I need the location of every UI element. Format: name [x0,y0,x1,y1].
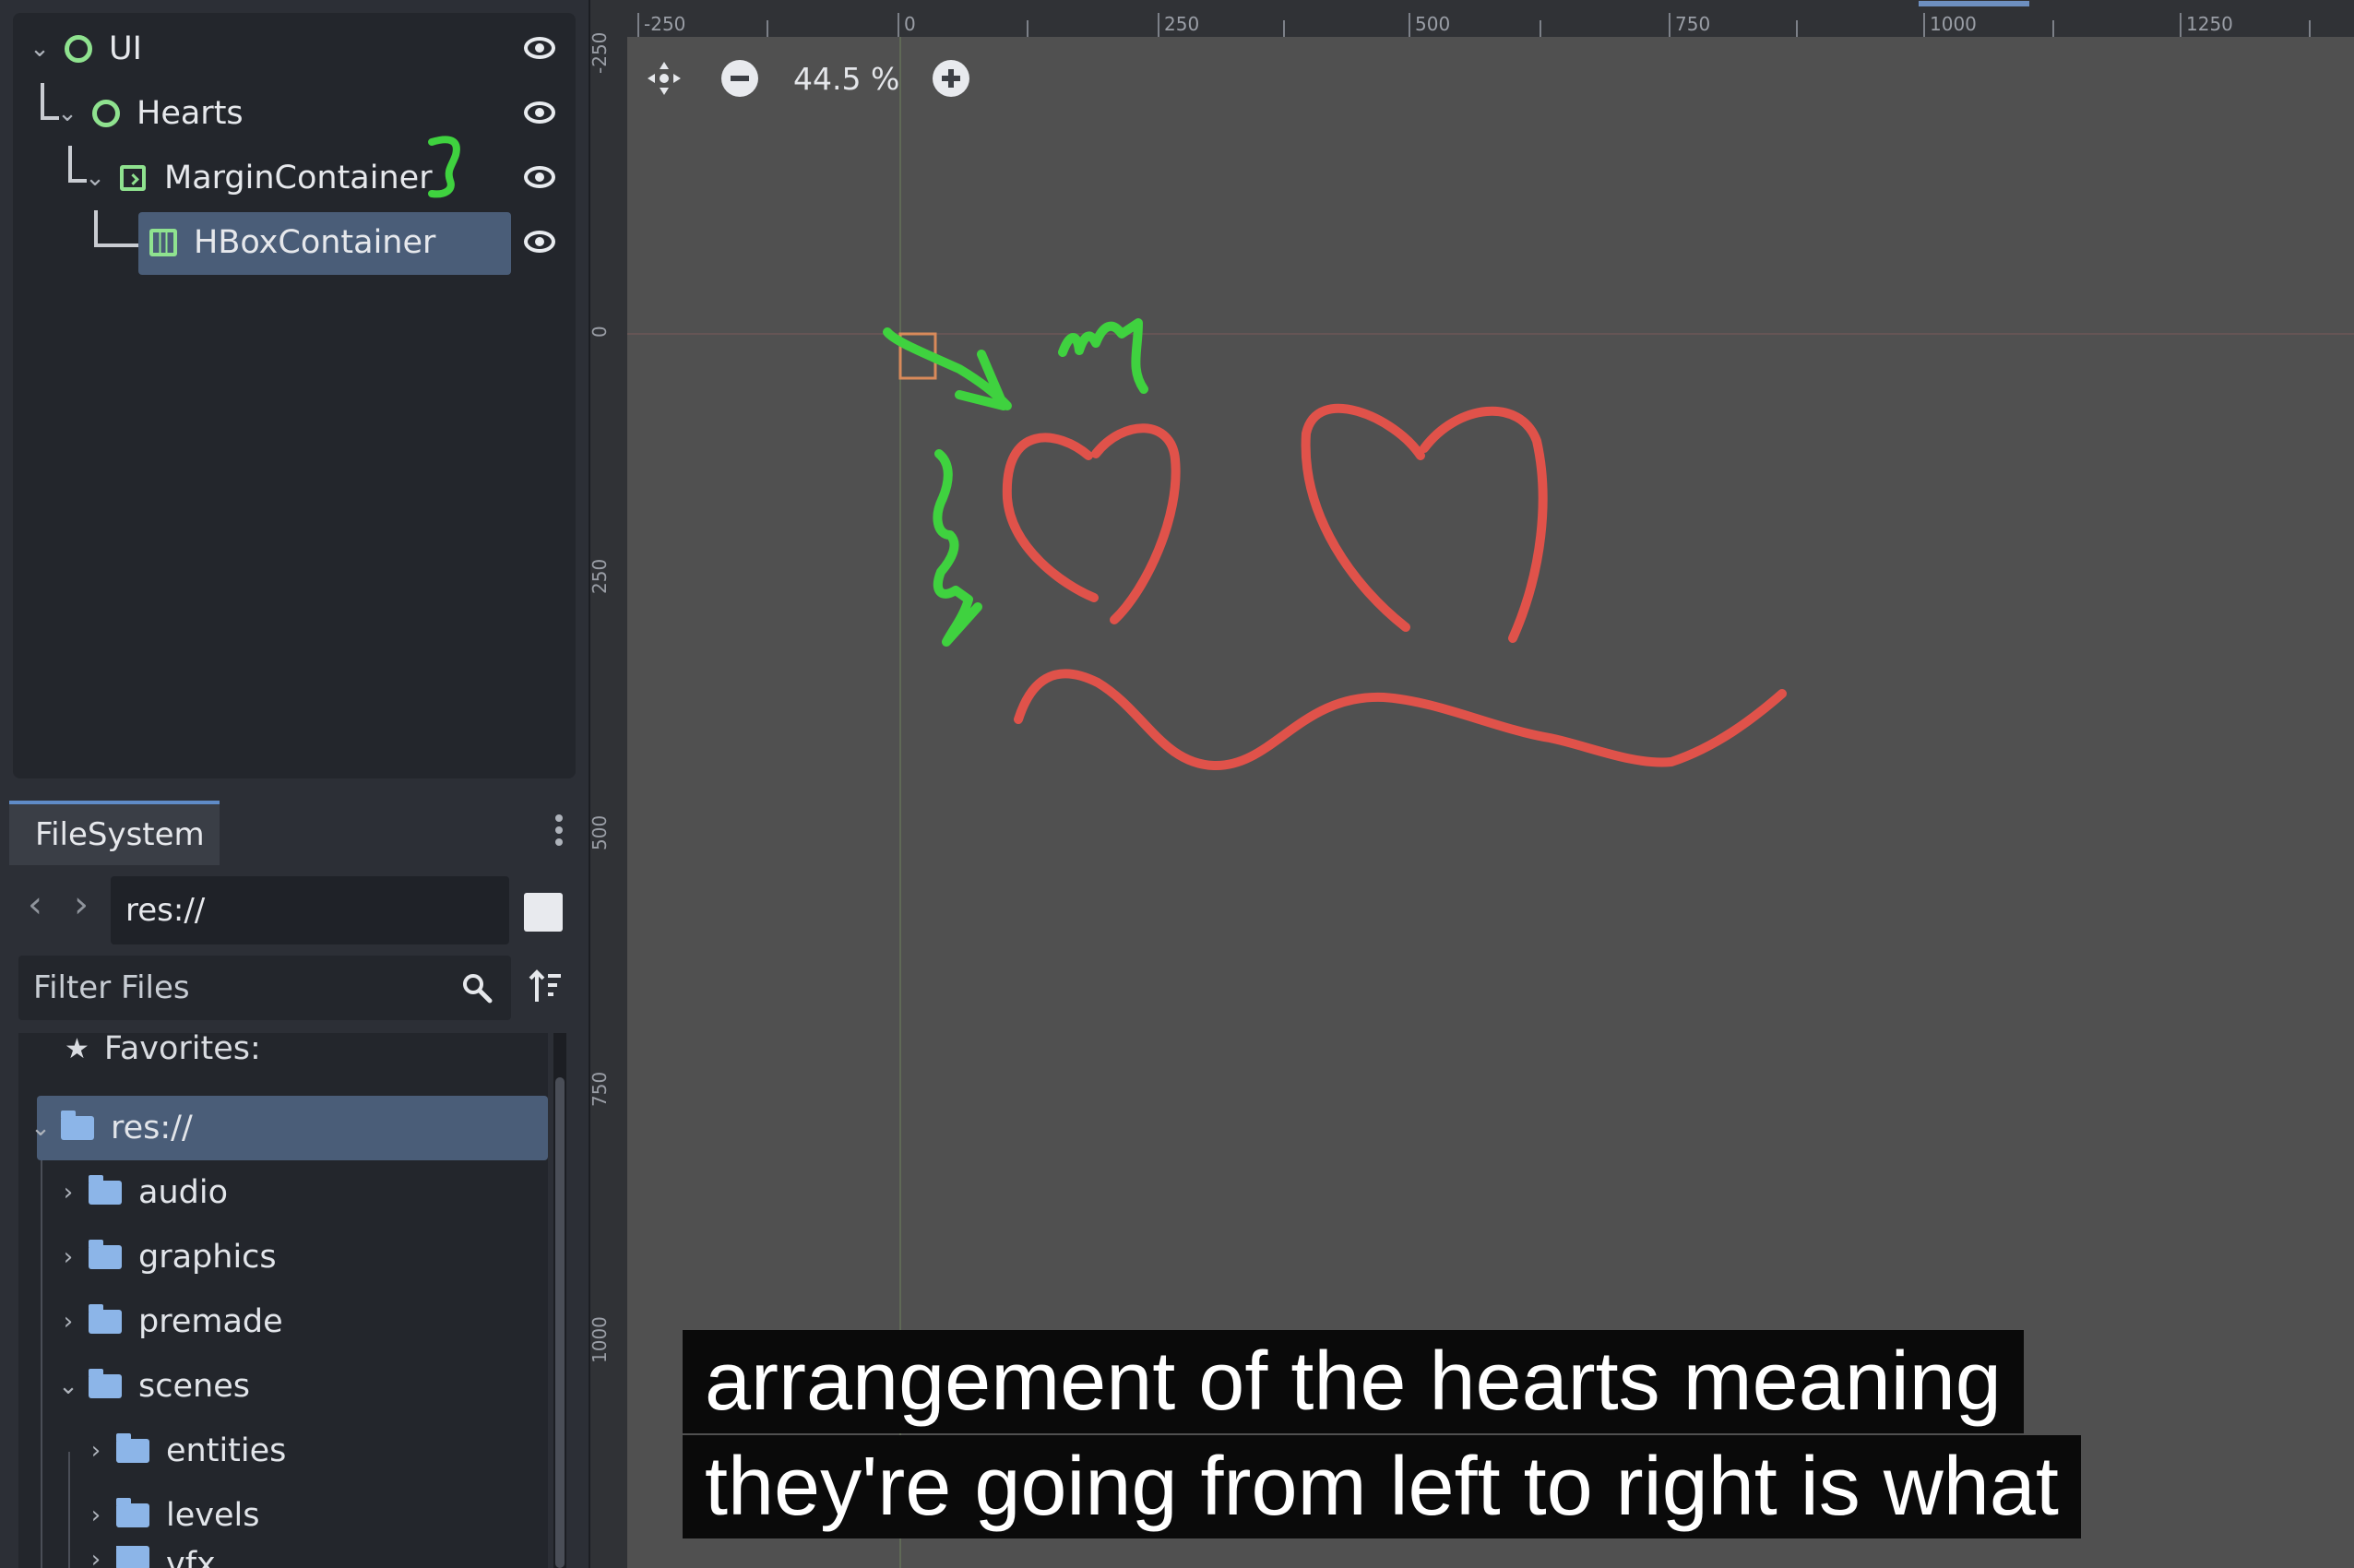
tree-guide-line [68,1452,70,1568]
scene-dock: ⌄ UI ⌄ Hearts ⌄ MarginContainer HBoxCont… [0,0,590,791]
zoom-toolbar: 44.5 % [646,55,970,101]
filesystem-dock: FileSystem ‹ › res:// Filter Files ★ Fav… [0,791,590,1568]
node-label: MarginContainer [164,160,433,196]
chevron-right-icon[interactable]: › [81,1546,111,1568]
vertical-ruler: -250 0 250 500 750 1000 [588,0,627,1568]
zoom-out-icon[interactable] [721,60,758,97]
ruler-tick-label: 250 [588,558,611,594]
center-view-icon[interactable] [646,60,683,97]
tree-node-hearts[interactable]: ⌄ Hearts [54,85,244,142]
split-mode-button[interactable] [524,893,563,932]
folder-label: res:// [111,1110,193,1146]
folder-label: scenes [138,1368,250,1405]
folder-icon [116,1433,149,1463]
folder-icon [61,1111,94,1140]
zoom-level[interactable]: 44.5 % [793,61,899,97]
folder-label: graphics [138,1239,277,1276]
folder-row-premade[interactable]: › premade [54,1293,283,1350]
folder-row-levels[interactable]: › levels [81,1487,260,1544]
tree-guide-line [94,210,142,247]
ruler-tick-label: 500 [588,814,611,850]
search-icon[interactable] [461,972,493,1004]
chevron-right-icon[interactable]: › [81,1502,111,1529]
tree-node-hboxcontainer[interactable]: HBoxContainer [149,214,435,271]
node-label: HBoxContainer [194,224,436,261]
control-node-icon [65,35,92,63]
path-input[interactable]: res:// [111,876,509,944]
wave-drawing [1014,669,1787,771]
favorites-label: Favorites: [103,1033,261,1067]
folder-icon [89,1240,122,1269]
heart-drawing-1 [1002,423,1181,624]
folder-row-audio[interactable]: › audio [54,1164,228,1221]
ruler-tick-label: -250 [588,31,611,74]
more-options-icon[interactable] [553,810,565,856]
subtitle-line: they're going from left to right is what [683,1435,2081,1538]
folder-icon [116,1498,149,1527]
hbox-container-icon [149,229,177,256]
folder-label: levels [166,1497,260,1534]
scrollbar-thumb[interactable] [555,1077,565,1568]
folder-label: premade [138,1303,283,1340]
back-arrow-icon[interactable]: ‹ [28,884,42,926]
subtitle-line: arrangement of the hearts meaning [683,1330,2024,1433]
chevron-right-icon[interactable]: › [54,1179,83,1206]
folder-row-graphics[interactable]: › graphics [54,1229,277,1286]
visibility-eye-icon[interactable] [524,101,555,124]
chevron-down-icon[interactable]: ⌄ [26,35,54,63]
chevron-down-icon[interactable]: ⌄ [54,100,81,127]
chevron-down-icon[interactable]: ⌄ [81,164,109,192]
horizontal-ruler: -250 0 250 500 750 1000 1250 [590,0,2354,37]
chevron-right-icon[interactable]: › [81,1437,111,1465]
folder-label: audio [138,1174,228,1211]
folder-icon [116,1546,149,1568]
tree-node-margincontainer[interactable]: ⌄ MarginContainer [81,149,433,207]
folder-label: vfx [166,1546,216,1568]
visibility-eye-icon[interactable] [524,37,555,59]
forward-arrow-icon[interactable]: › [74,884,89,926]
control-node-icon [92,100,120,127]
star-icon: ★ [65,1033,89,1065]
folder-icon [89,1369,122,1398]
filter-files-input[interactable]: Filter Files [18,956,511,1020]
folder-icon [89,1304,122,1334]
node-label: Hearts [137,95,244,132]
chevron-down-icon[interactable]: ⌄ [26,1114,55,1142]
tree-guide-line [41,1134,42,1568]
folder-label: entities [166,1432,287,1469]
visibility-eye-icon[interactable] [524,166,555,188]
sort-icon[interactable] [528,968,565,1005]
ruler-tick-label: 750 [588,1071,611,1107]
chevron-down-icon[interactable]: ⌄ [54,1372,83,1400]
folder-row-entities[interactable]: › entities [81,1422,287,1479]
chevron-right-icon[interactable]: › [54,1243,83,1271]
ruler-tick-label: 0 [588,326,611,338]
margin-container-icon [120,165,146,191]
node-label: UI [109,30,142,67]
folder-row-res[interactable]: ⌄ res:// [26,1099,193,1157]
annotation-bracket [428,136,460,198]
ruler-tick-label: 1000 [588,1316,611,1363]
folder-row-vfx[interactable]: › vfx [81,1546,216,1568]
folder-icon [89,1175,122,1205]
heart-drawing-2 [1301,403,1548,643]
visibility-eye-icon[interactable] [524,231,555,253]
zoom-in-icon[interactable] [933,60,970,97]
tree-node-ui[interactable]: ⌄ UI [26,20,142,77]
tab-filesystem[interactable]: FileSystem [9,801,220,865]
chevron-right-icon[interactable]: › [54,1308,83,1336]
folder-row-scenes[interactable]: ⌄ scenes [54,1358,250,1415]
favorites-row[interactable]: ★ Favorites: [65,1033,261,1077]
annotation-scribble [933,449,982,647]
annotation-scribble [1058,318,1148,394]
